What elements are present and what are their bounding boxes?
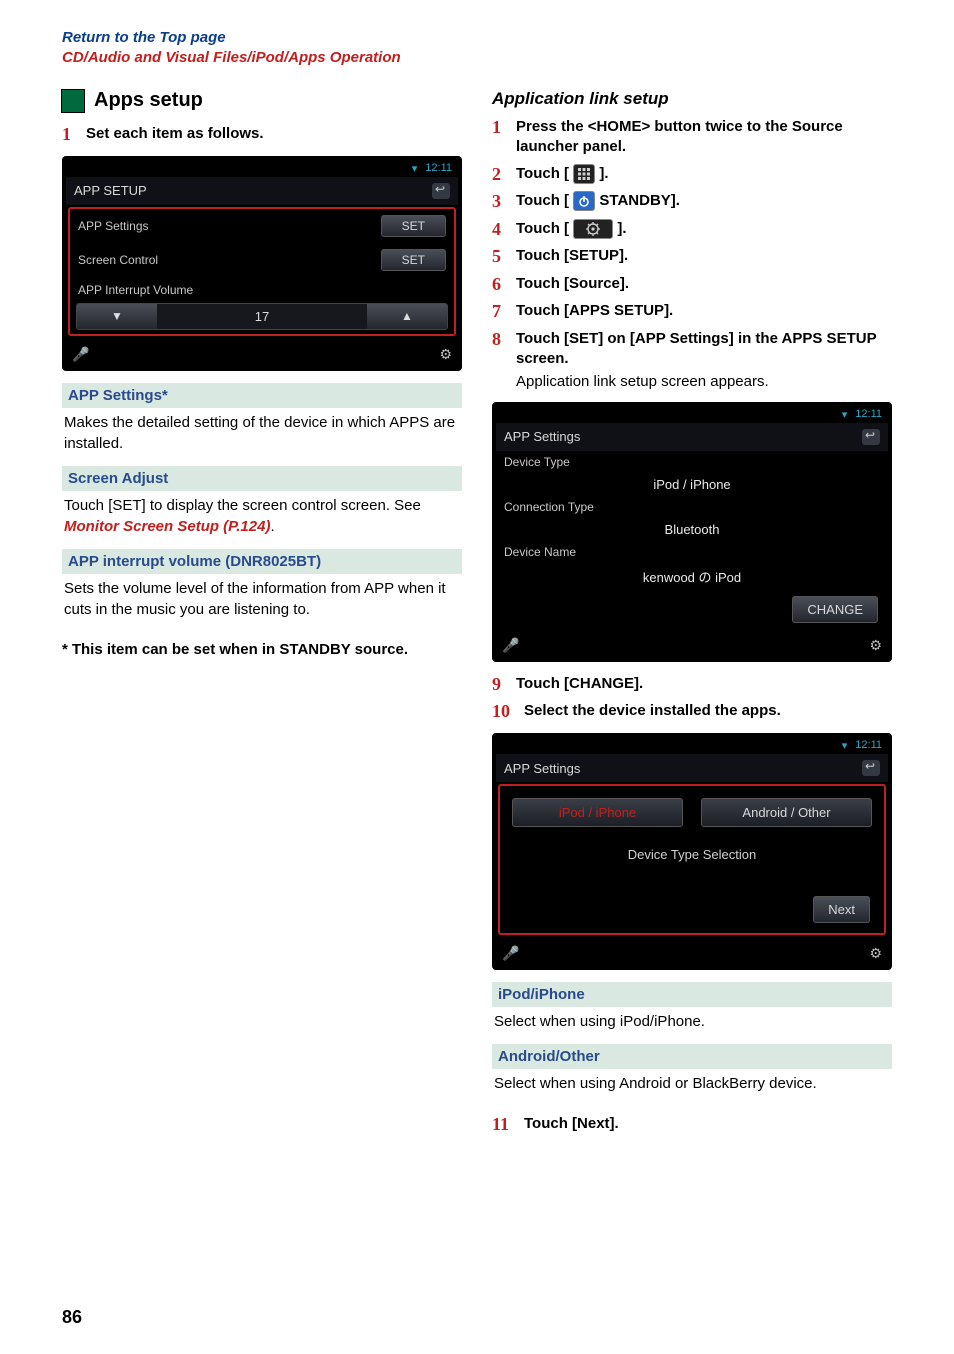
step-number: 11 bbox=[492, 1114, 518, 1136]
set-button[interactable]: SET bbox=[381, 249, 446, 271]
step-text: Set each item as follows. bbox=[86, 124, 264, 144]
step-text: Touch [ ]. bbox=[516, 164, 609, 184]
step-number: 10 bbox=[492, 701, 518, 723]
step-text: Select the device installed the apps. bbox=[524, 701, 781, 721]
step-text: Touch [Next]. bbox=[524, 1114, 619, 1134]
desc-body: Select when using iPod/iPhone. bbox=[492, 1007, 892, 1034]
step-text: Touch [SETUP]. bbox=[516, 246, 628, 266]
back-icon[interactable] bbox=[862, 760, 880, 776]
step-number: 5 bbox=[492, 246, 510, 268]
desc-heading: APP interrupt volume (DNR8025BT) bbox=[62, 549, 462, 574]
step-number: 9 bbox=[492, 674, 510, 696]
step-note: Application link setup screen appears. bbox=[516, 372, 892, 392]
desc-heading: APP Settings* bbox=[62, 383, 462, 408]
screen-title: APP Settings bbox=[504, 429, 580, 444]
header-links: Return to the Top page CD/Audio and Visu… bbox=[62, 28, 892, 67]
desc-heading: Android/Other bbox=[492, 1044, 892, 1069]
back-icon[interactable] bbox=[432, 183, 450, 199]
desc-body: Touch [SET] to display the screen contro… bbox=[62, 491, 462, 539]
step-text: Touch [Source]. bbox=[516, 274, 629, 294]
gear-button-icon bbox=[573, 219, 613, 239]
highlight-outline: APP Settings SET Screen Control SET APP … bbox=[68, 207, 456, 336]
app-setup-screenshot: ▾ 12:11 APP SETUP APP Settings SET Scree… bbox=[62, 156, 462, 371]
footnote: * This item can be set when in STANDBY s… bbox=[62, 640, 462, 660]
highlight-outline: iPod / iPhone Android / Other Device Typ… bbox=[498, 784, 886, 935]
next-button[interactable]: Next bbox=[813, 896, 870, 923]
change-button[interactable]: CHANGE bbox=[792, 596, 878, 623]
mic-icon[interactable]: 🎤 bbox=[502, 945, 519, 962]
desc-heading: iPod/iPhone bbox=[492, 982, 892, 1007]
desc-body: Sets the volume level of the information… bbox=[62, 574, 462, 622]
desc-heading: Screen Adjust bbox=[62, 466, 462, 491]
return-top-link[interactable]: Return to the Top page bbox=[62, 28, 892, 48]
field-value: kenwood の iPod bbox=[496, 563, 888, 590]
wifi-icon: ▾ bbox=[842, 408, 848, 421]
standby-icon bbox=[573, 191, 595, 211]
grid-icon bbox=[573, 164, 595, 184]
clock: 12:11 bbox=[855, 408, 882, 421]
row-label: APP Settings bbox=[78, 219, 149, 233]
clock: 12:11 bbox=[425, 162, 452, 175]
desc-body: Makes the detailed setting of the device… bbox=[62, 408, 462, 456]
step-number: 4 bbox=[492, 219, 510, 241]
field-value: Bluetooth bbox=[496, 518, 888, 541]
volume-up-button[interactable]: ▲ bbox=[367, 304, 447, 329]
step-number: 2 bbox=[492, 164, 510, 186]
tab-android-other[interactable]: Android / Other bbox=[701, 798, 872, 827]
step-text: Touch [ STANDBY]. bbox=[516, 191, 680, 211]
step-text: Touch [APPS SETUP]. bbox=[516, 301, 673, 321]
page-number: 86 bbox=[62, 1307, 82, 1328]
breadcrumb-link[interactable]: CD/Audio and Visual Files/iPod/Apps Oper… bbox=[62, 48, 892, 68]
set-button[interactable]: SET bbox=[381, 215, 446, 237]
step-text: Press the <HOME> button twice to the Sou… bbox=[516, 117, 892, 158]
section-marker-icon bbox=[62, 90, 84, 112]
tab-ipod-iphone[interactable]: iPod / iPhone bbox=[512, 798, 683, 827]
field-label: Device Name bbox=[504, 545, 880, 559]
row-label: APP Interrupt Volume bbox=[78, 283, 193, 297]
gear-icon[interactable]: ⚙ bbox=[869, 945, 882, 962]
step-text: Touch [ ]. bbox=[516, 219, 627, 239]
wifi-icon: ▾ bbox=[842, 739, 848, 752]
volume-down-button[interactable]: ▼ bbox=[77, 304, 157, 329]
clock: 12:11 bbox=[855, 739, 882, 752]
section-title: Apps setup bbox=[94, 89, 203, 112]
mic-icon[interactable]: 🎤 bbox=[72, 346, 89, 363]
field-value: iPod / iPhone bbox=[496, 473, 888, 496]
step-number: 1 bbox=[492, 117, 510, 139]
step-text: Touch [CHANGE]. bbox=[516, 674, 643, 694]
device-type-label: Device Type Selection bbox=[504, 835, 880, 890]
gear-icon[interactable]: ⚙ bbox=[869, 637, 882, 654]
step-text: Touch [SET] on [APP Settings] in the APP… bbox=[516, 329, 892, 370]
volume-value: 17 bbox=[157, 304, 367, 329]
step-number: 7 bbox=[492, 301, 510, 323]
device-type-screenshot: ▾ 12:11 APP Settings iPod / iPhone Andro… bbox=[492, 733, 892, 970]
wifi-icon: ▾ bbox=[412, 162, 418, 175]
step-number: 1 bbox=[62, 124, 80, 146]
screen-title: APP Settings bbox=[504, 761, 580, 776]
screen-title: APP SETUP bbox=[74, 183, 147, 198]
row-label: Screen Control bbox=[78, 253, 158, 267]
mic-icon[interactable]: 🎤 bbox=[502, 637, 519, 654]
step-number: 8 bbox=[492, 329, 510, 351]
step-number: 3 bbox=[492, 191, 510, 213]
field-label: Device Type bbox=[504, 455, 880, 469]
step-number: 6 bbox=[492, 274, 510, 296]
subsection-title: Application link setup bbox=[492, 89, 892, 109]
app-settings-screenshot: ▾ 12:11 APP Settings Device Type iPod / … bbox=[492, 402, 892, 662]
cross-reference-link[interactable]: Monitor Screen Setup (P.124) bbox=[64, 518, 270, 535]
gear-icon[interactable]: ⚙ bbox=[439, 346, 452, 363]
back-icon[interactable] bbox=[862, 429, 880, 445]
field-label: Connection Type bbox=[504, 500, 880, 514]
desc-body: Select when using Android or BlackBerry … bbox=[492, 1069, 892, 1096]
